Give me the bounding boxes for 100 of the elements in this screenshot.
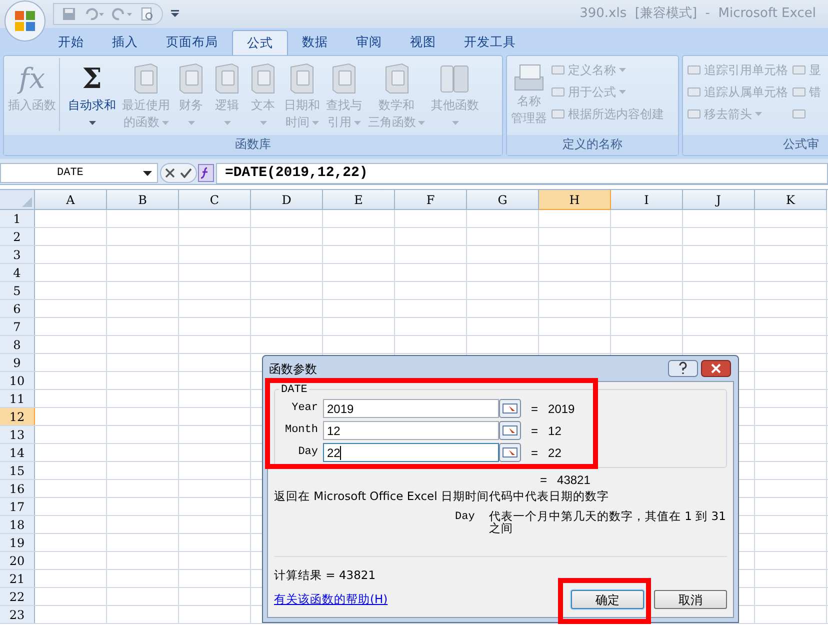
collapse-dialog-icon[interactable] [499,399,521,418]
dropdown-caret-icon [312,120,318,124]
row-header[interactable]: 8 [0,336,35,353]
row-header[interactable]: 10 [0,372,35,389]
window-title: 390.xls [兼容模式] - Microsoft Excel [580,5,816,24]
dropdown-caret-icon [354,120,360,124]
column-header[interactable]: D [251,190,323,210]
dialog-button[interactable]: 取消 [654,590,727,610]
row-header[interactable]: 21 [0,570,35,587]
text-cursor [340,446,342,460]
command-label: 显 [809,62,821,79]
dialog-button[interactable]: 确定 [571,590,644,610]
insert-function-icon[interactable] [198,164,214,182]
small-command-icon [551,63,565,77]
argument-field[interactable]: 22 [323,443,499,462]
dropdown-caret-icon [418,120,425,124]
row-header[interactable]: 16 [0,480,35,497]
command-label: 错 [809,84,821,101]
row-header[interactable]: 23 [0,606,35,623]
row-header[interactable]: 14 [0,444,35,461]
group-label: 函数库 [4,135,502,155]
column-header[interactable]: I [611,190,683,210]
name-box[interactable]: DATE [0,163,158,183]
row-header[interactable]: 19 [0,534,35,551]
ribbon-tab[interactable]: 开发工具 [450,30,530,55]
small-command-icon [551,85,565,99]
result-text: 计算结果 = 43821 [274,567,377,584]
argument-result: = 2019 [531,400,575,418]
small-command-icon [687,107,701,121]
column-header[interactable]: J [683,190,755,210]
collapse-dialog-icon[interactable] [499,421,521,440]
ribbon-tab[interactable]: 页面布局 [152,30,232,55]
dropdown-caret-icon [88,120,96,124]
dropdown-caret-icon [452,120,458,124]
button-label: 名称 [517,93,541,110]
argument-result: = 22 [531,444,562,462]
dropdown-caret-icon [619,68,626,72]
column-header[interactable]: G [467,190,539,210]
close-icon[interactable] [701,360,731,377]
checkmark-icon[interactable] [180,168,192,178]
function-result: = 43821 [540,472,592,488]
small-command-icon [687,85,701,99]
column-header[interactable]: E [323,190,395,210]
ribbon-tab[interactable]: 视图 [396,30,450,55]
row-header[interactable]: 13 [0,426,35,443]
collapse-dialog-icon[interactable] [499,443,521,462]
row-header[interactable]: 1 [0,210,35,227]
row-header[interactable]: 15 [0,462,35,479]
row-header[interactable]: 5 [0,282,35,299]
group-label: 公式审 [683,135,828,155]
function-glyph-icon: Σ [82,61,102,97]
customize-toolbar-icon[interactable] [171,10,179,18]
ribbon-tab[interactable]: 数据 [288,30,342,55]
argument-field[interactable]: 12 [323,421,499,440]
row-header[interactable]: 4 [0,264,35,281]
column-header[interactable]: C [179,190,251,210]
argument-help: 代表一个月中第几天的数字，其值在 1 到 31 之间 [489,510,727,534]
ribbon-tab[interactable]: 公式 [232,30,288,55]
help-icon[interactable] [668,360,698,377]
ribbon-button[interactable]: Σ 自动求和 [59,58,119,131]
row-header[interactable]: 3 [0,246,35,263]
dropdown-caret-icon [260,120,266,124]
argument-name: Day [455,510,476,525]
row-header[interactable]: 18 [0,516,35,533]
row-header[interactable]: 2 [0,228,35,245]
ribbon-tab[interactable]: 审阅 [342,30,396,55]
argument-label: Year [290,401,319,416]
small-command-icon [792,85,806,99]
help-link[interactable]: 有关该函数的帮助(H) [274,591,561,608]
argument-field[interactable]: 2019 [323,399,499,418]
dropdown-caret-icon [188,120,194,124]
ribbon-tab[interactable]: 开始 [44,30,98,55]
formula-field[interactable]: =DATE(2019,12,22) [216,162,828,184]
function-glyph-icon: fx [18,61,46,97]
dropdown-caret-icon [619,90,626,94]
function-description: 返回在 Microsoft Office Excel 日期时间代码中代表日期的数字 [274,488,610,504]
small-command-icon [792,63,806,77]
row-header[interactable]: 7 [0,318,35,335]
column-header[interactable]: F [395,190,467,210]
column-header[interactable]: K [755,190,827,210]
column-header[interactable]: B [107,190,179,210]
row-header[interactable]: 12 [0,408,35,425]
corner-triangle-icon [22,197,32,207]
argument-label: Month [284,423,319,438]
column-header[interactable]: H [539,190,611,210]
row-header[interactable]: 11 [0,390,35,407]
column-header[interactable]: A [35,190,107,210]
row-header[interactable]: 9 [0,354,35,371]
row-header[interactable]: 20 [0,552,35,569]
row-header[interactable]: 22 [0,588,35,605]
print-preview-icon[interactable] [140,7,154,21]
cancel-icon[interactable] [165,168,175,178]
group-label: 定义的名称 [507,135,678,155]
dropdown-caret-icon [755,112,762,116]
row-header[interactable]: 6 [0,300,35,317]
row-header[interactable]: 17 [0,498,35,515]
dropdown-caret-icon[interactable] [143,170,152,176]
button-label: 管理器 [511,110,547,127]
ribbon-tab[interactable]: 插入 [98,30,152,55]
dropdown-caret-icon [162,120,168,124]
